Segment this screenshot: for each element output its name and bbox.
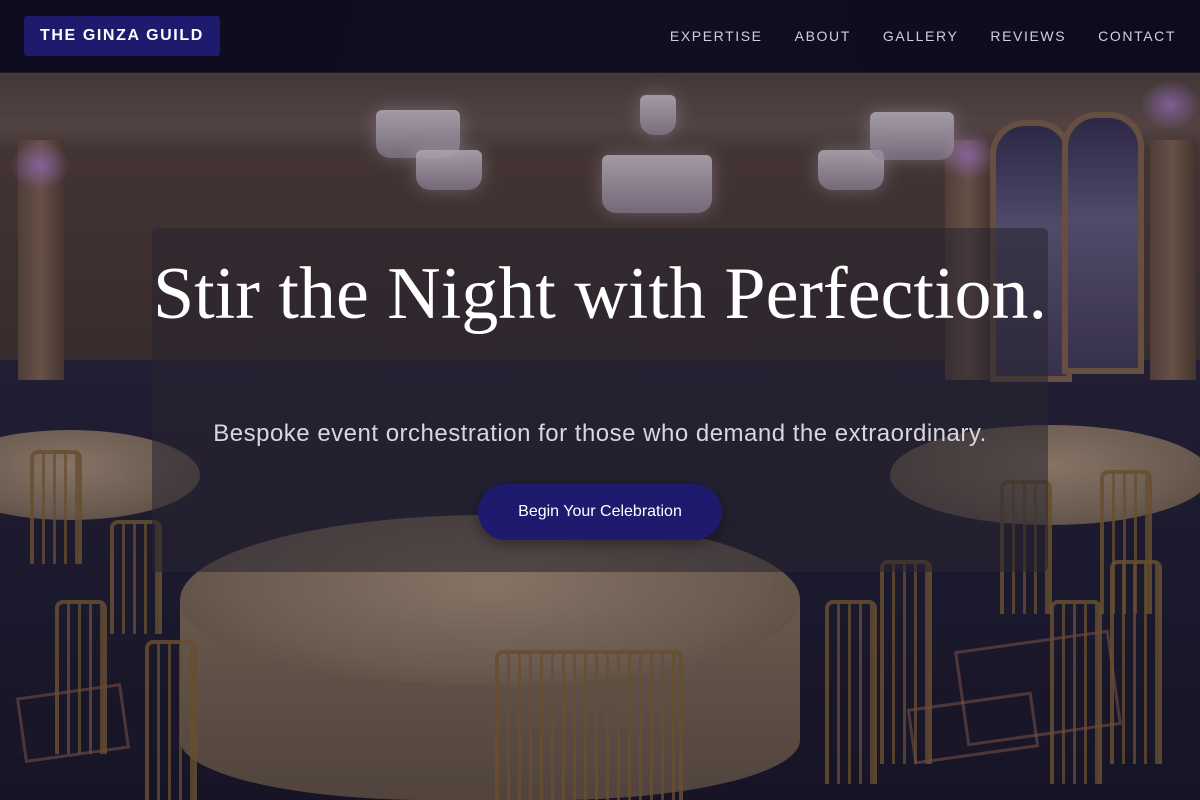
nav-link-expertise[interactable]: EXPERTISE — [670, 28, 763, 44]
brand-logo[interactable]: THE GINZA GUILD — [24, 16, 220, 56]
nav-link-about[interactable]: ABOUT — [795, 28, 851, 44]
hero-card: Stir the Night with Perfection. Bespoke … — [152, 228, 1048, 572]
nav-link-gallery[interactable]: GALLERY — [883, 28, 959, 44]
begin-celebration-button[interactable]: Begin Your Celebration — [478, 484, 722, 540]
hero-title: Stir the Night with Perfection. — [152, 253, 1048, 335]
top-navbar: THE GINZA GUILD EXPERTISE ABOUT GALLERY … — [0, 0, 1200, 73]
nav-links: EXPERTISE ABOUT GALLERY REVIEWS CONTACT — [670, 0, 1176, 72]
hero-subtitle: Bespoke event orchestration for those wh… — [213, 420, 987, 447]
nav-link-contact[interactable]: CONTACT — [1098, 28, 1176, 44]
nav-link-reviews[interactable]: REVIEWS — [990, 28, 1066, 44]
